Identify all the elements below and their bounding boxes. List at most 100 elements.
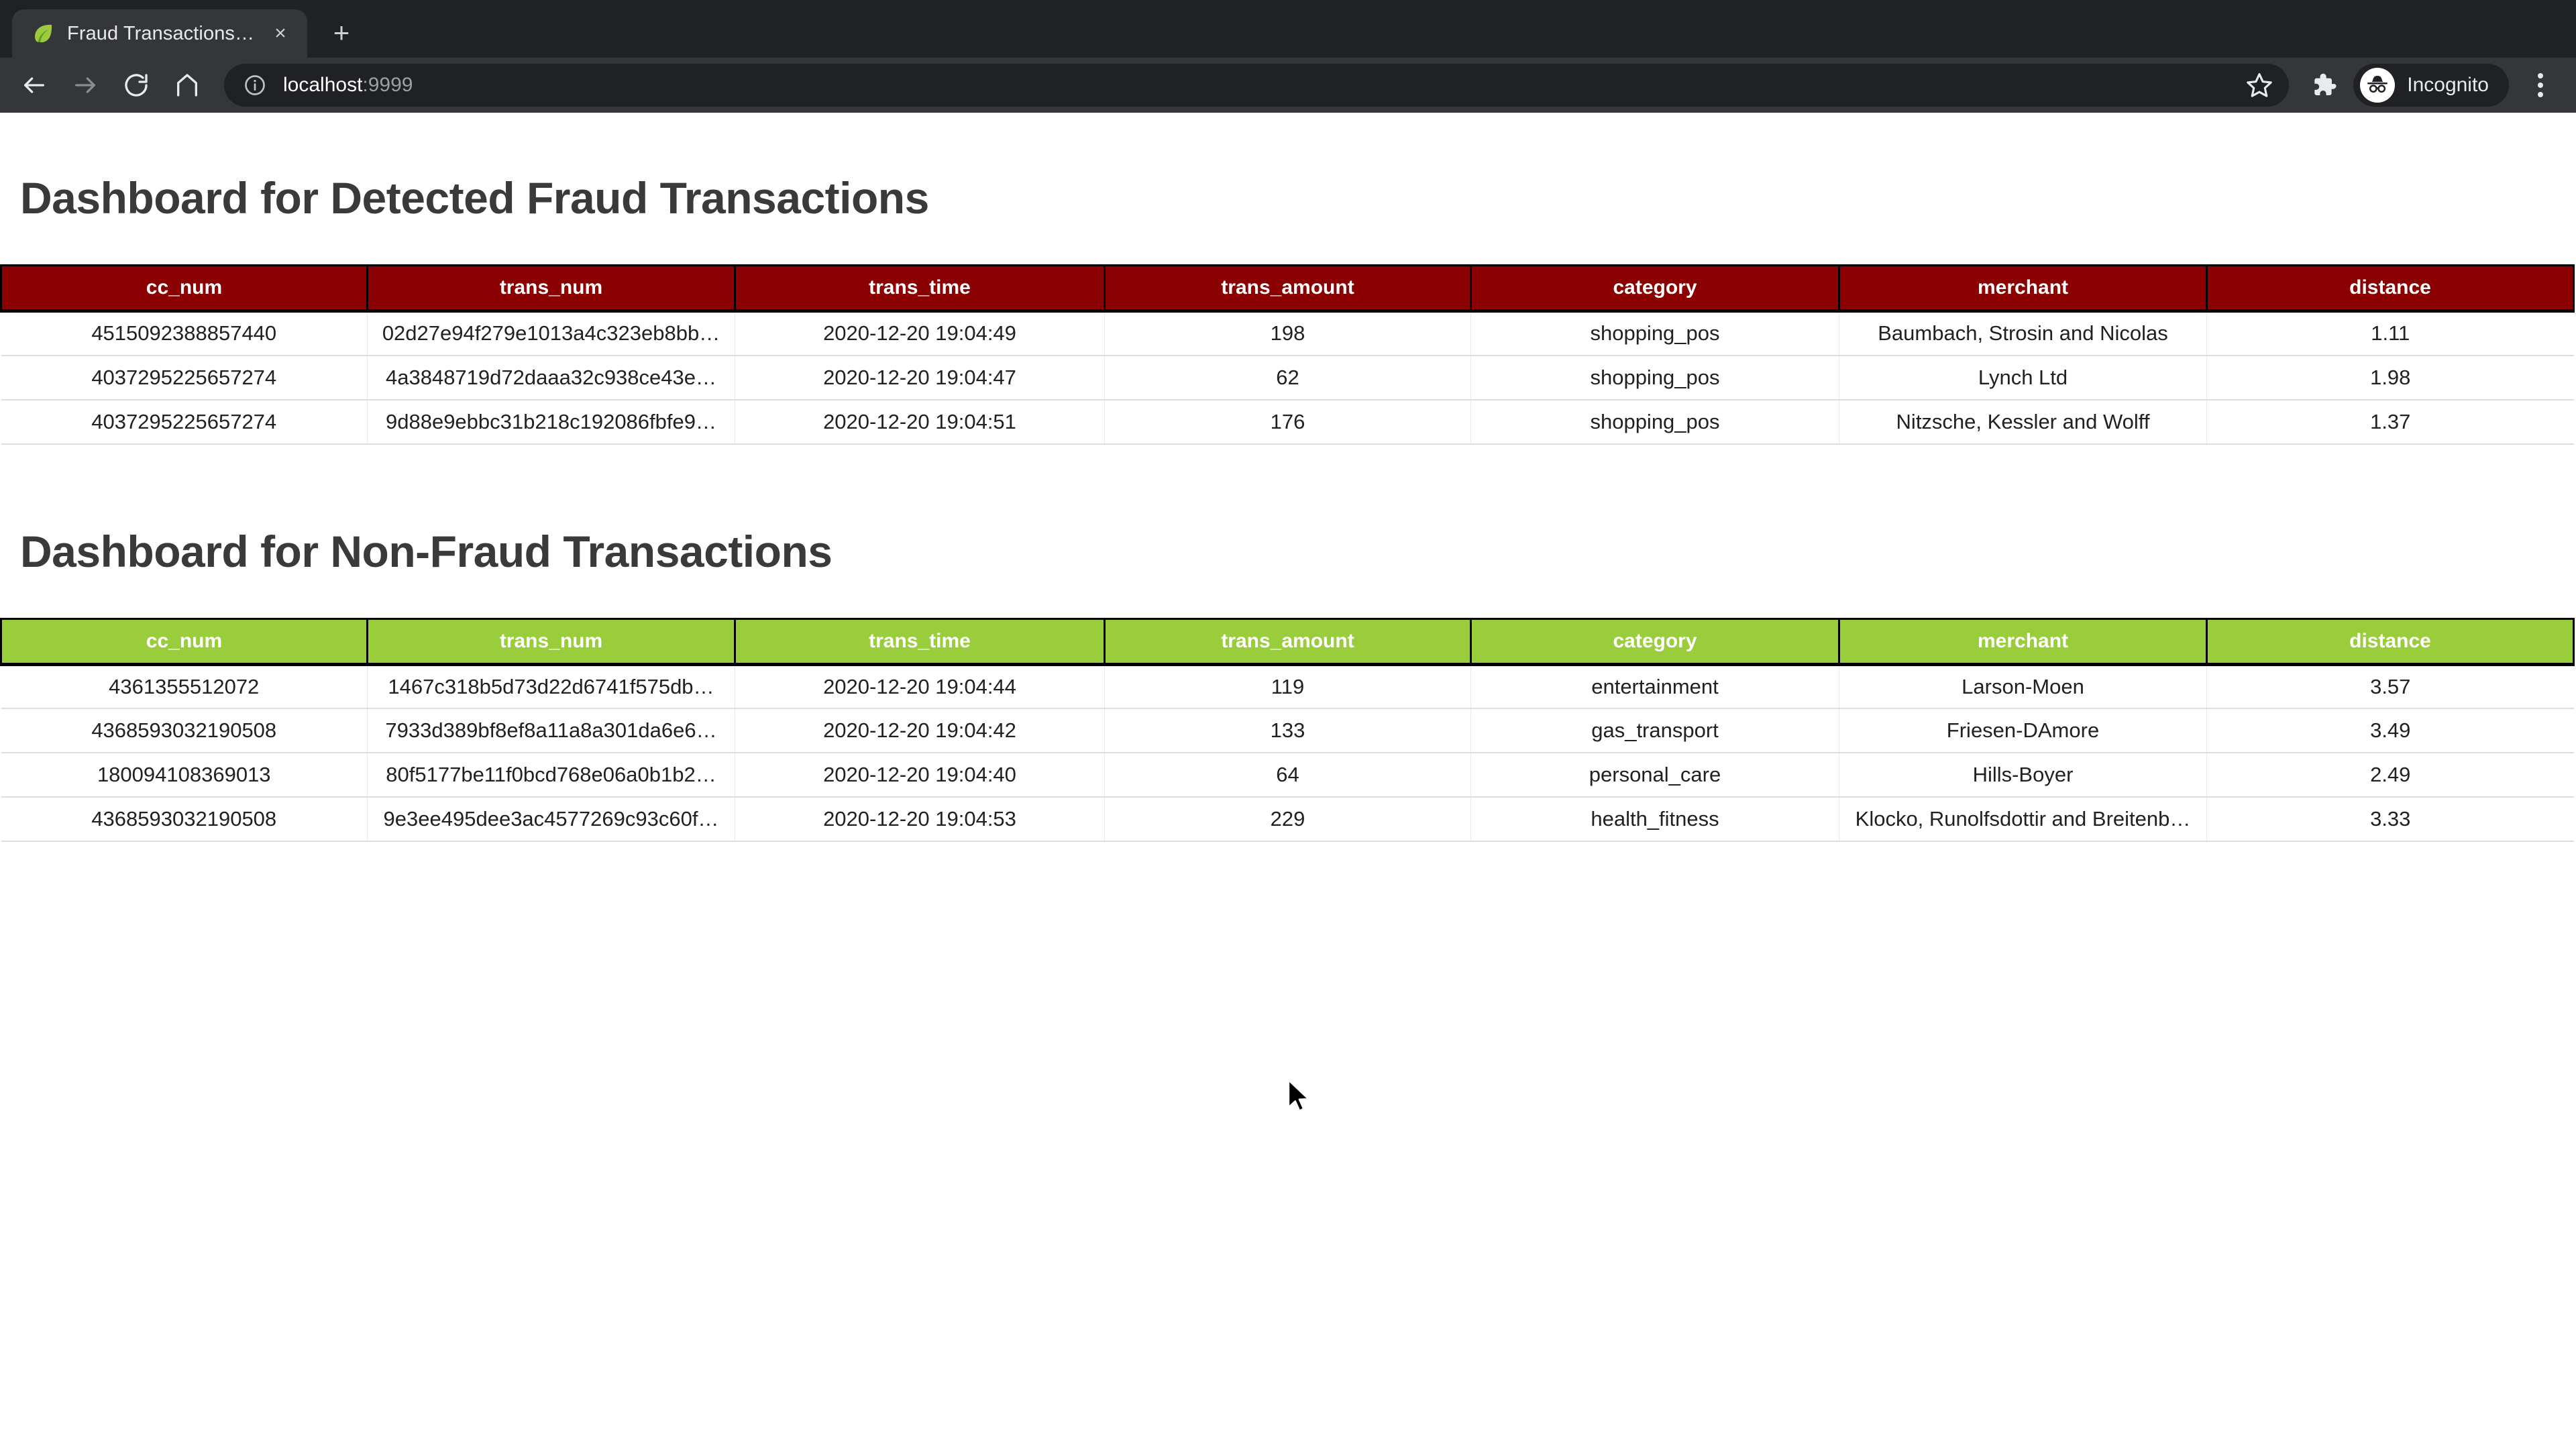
cell-category: health_fitness [1470,797,1839,842]
column-header-merchant: merchant [1838,264,2208,313]
cell-trans_amount: 229 [1104,797,1471,842]
fraud-section-header: Dashboard for Detected Fraud Transaction… [0,113,2576,264]
browser-tab[interactable]: Fraud Transactions Dashboard × [12,9,307,58]
forward-icon[interactable] [60,60,110,110]
cell-trans_num: 1467c318b5d73d22d6741f575db… [367,664,735,709]
bookmark-star-icon[interactable] [2241,66,2278,104]
cell-cc_num: 4037295225657274 [1,355,368,400]
cell-trans_amount: 176 [1104,399,1471,445]
cell-distance: 3.33 [2206,797,2574,842]
table-row: 4037295225657274 4a3848719d72daaa32c938ce… [1,355,2574,400]
cell-distance: 1.37 [2206,399,2574,445]
cell-category: gas_transport [1470,708,1839,753]
column-header-category: category [1470,264,1840,313]
cell-trans_time: 2020-12-20 19:04:51 [735,399,1105,445]
browser-chrome: Fraud Transactions Dashboard × + localho… [0,0,2576,113]
cell-cc_num: 4515092388857440 [1,311,368,356]
column-header-trans_amount: trans_amount [1104,617,1472,666]
cell-trans_num: 4a3848719d72daaa32c938ce43e… [367,355,735,400]
cell-merchant: Friesen-DAmore [1839,708,2207,753]
cell-merchant: Hills-Boyer [1839,753,2207,798]
menu-dot [2538,92,2543,97]
cell-trans_num: 02d27e94f279e1013a4c323eb8bb… [367,311,735,356]
extensions-icon[interactable] [2300,62,2345,108]
cell-trans_amount: 198 [1104,311,1471,356]
menu-dot [2538,83,2543,88]
column-header-trans_num: trans_num [366,264,736,313]
table-header-row: cc_num trans_num trans_time trans_amount cat… [0,264,2575,313]
column-header-distance: distance [2206,617,2575,666]
cell-trans_time: 2020-12-20 19:04:53 [735,797,1105,842]
tab-title: Fraud Transactions Dashboard [67,22,255,44]
close-icon[interactable]: × [266,19,295,48]
table-row: 4037295225657274 9d88e9ebbc31b218c192086f… [1,399,2574,445]
cell-trans_time: 2020-12-20 19:04:42 [735,708,1105,753]
cell-merchant: Baumbach, Strosin and Nicolas [1839,311,2207,356]
cell-merchant: Larson-Moen [1839,664,2207,709]
tab-strip: Fraud Transactions Dashboard × + [0,0,2576,58]
cell-trans_num: 9e3ee495dee3ac4577269c93c60f… [367,797,735,842]
cell-distance: 2.49 [2206,753,2574,798]
url-text: localhost:9999 [283,74,2241,97]
fraud-page-title: Dashboard for Detected Fraud Transaction… [20,173,929,223]
table-row: 4368593032190508 9e3ee495dee3ac4577269c93… [1,797,2574,842]
cell-trans_num: 9d88e9ebbc31b218c192086fbfe9… [367,399,735,445]
reload-icon[interactable] [111,60,161,110]
cell-trans_amount: 64 [1104,753,1471,798]
column-header-merchant: merchant [1838,617,2208,666]
incognito-avatar-icon [2360,68,2396,103]
cell-cc_num: 180094108369013 [1,753,368,798]
browser-menu-icon[interactable] [2520,64,2561,106]
column-header-category: category [1470,617,1840,666]
cell-merchant: Lynch Ltd [1839,355,2207,400]
column-header-trans_amount: trans_amount [1104,264,1472,313]
table-header-row: cc_num trans_num trans_time trans_amount cat… [0,617,2575,666]
cell-distance: 1.98 [2206,355,2574,400]
incognito-label: Incognito [2407,74,2489,96]
fraud-transactions-table: cc_num trans_num trans_time trans_amount cat… [0,264,2575,445]
cell-trans_amount: 62 [1104,355,1471,400]
cell-cc_num: 4368593032190508 [1,708,368,753]
menu-dot [2538,73,2543,78]
table-row: 4361355512072 1467c318b5d73d22d6741f575db… [1,664,2574,709]
browser-toolbar: localhost:9999 Incognito [0,58,2576,113]
table-row: 180094108369013 80f5177be11f0bcd768e06a0b… [1,753,2574,798]
home-icon[interactable] [162,60,212,110]
cell-distance: 3.57 [2206,664,2574,709]
mouse-cursor [1287,1079,1313,1116]
new-tab-button[interactable]: + [319,11,364,55]
site-info-icon[interactable] [241,72,268,99]
column-header-cc_num: cc_num [0,264,368,313]
column-header-trans_time: trans_time [734,264,1106,313]
column-header-distance: distance [2206,264,2575,313]
table-row: 4515092388857440 02d27e94f279e1013a4c323e… [1,311,2574,356]
url-port: :9999 [362,74,413,96]
cell-trans_time: 2020-12-20 19:04:49 [735,311,1105,356]
incognito-badge[interactable]: Incognito [2353,64,2509,107]
cell-cc_num: 4037295225657274 [1,399,368,445]
cell-trans_amount: 133 [1104,708,1471,753]
cell-distance: 3.49 [2206,708,2574,753]
page-viewport: Dashboard for Detected Fraud Transaction… [0,113,2576,1449]
cell-distance: 1.11 [2206,311,2574,356]
cell-trans_time: 2020-12-20 19:04:47 [735,355,1105,400]
column-header-cc_num: cc_num [0,617,368,666]
cell-category: personal_care [1470,753,1839,798]
cell-category: shopping_pos [1470,311,1839,356]
cell-trans_amount: 119 [1104,664,1471,709]
cell-cc_num: 4361355512072 [1,664,368,709]
address-bar[interactable]: localhost:9999 [224,64,2290,107]
url-host: localhost [283,74,363,96]
cell-cc_num: 4368593032190508 [1,797,368,842]
table-row: 4368593032190508 7933d389bf8ef8a11a8a301d… [1,708,2574,753]
column-header-trans_time: trans_time [734,617,1106,666]
cell-category: shopping_pos [1470,399,1839,445]
leaf-favicon [30,20,56,47]
nonfraud-section-header: Dashboard for Non-Fraud Transactions [0,445,2576,618]
cell-trans_num: 7933d389bf8ef8a11a8a301da6e6… [367,708,735,753]
nonfraud-transactions-table: cc_num trans_num trans_time trans_amount cat… [0,617,2575,842]
cell-category: shopping_pos [1470,355,1839,400]
cell-trans_time: 2020-12-20 19:04:40 [735,753,1105,798]
back-icon[interactable] [9,60,59,110]
nonfraud-page-title: Dashboard for Non-Fraud Transactions [20,526,833,576]
